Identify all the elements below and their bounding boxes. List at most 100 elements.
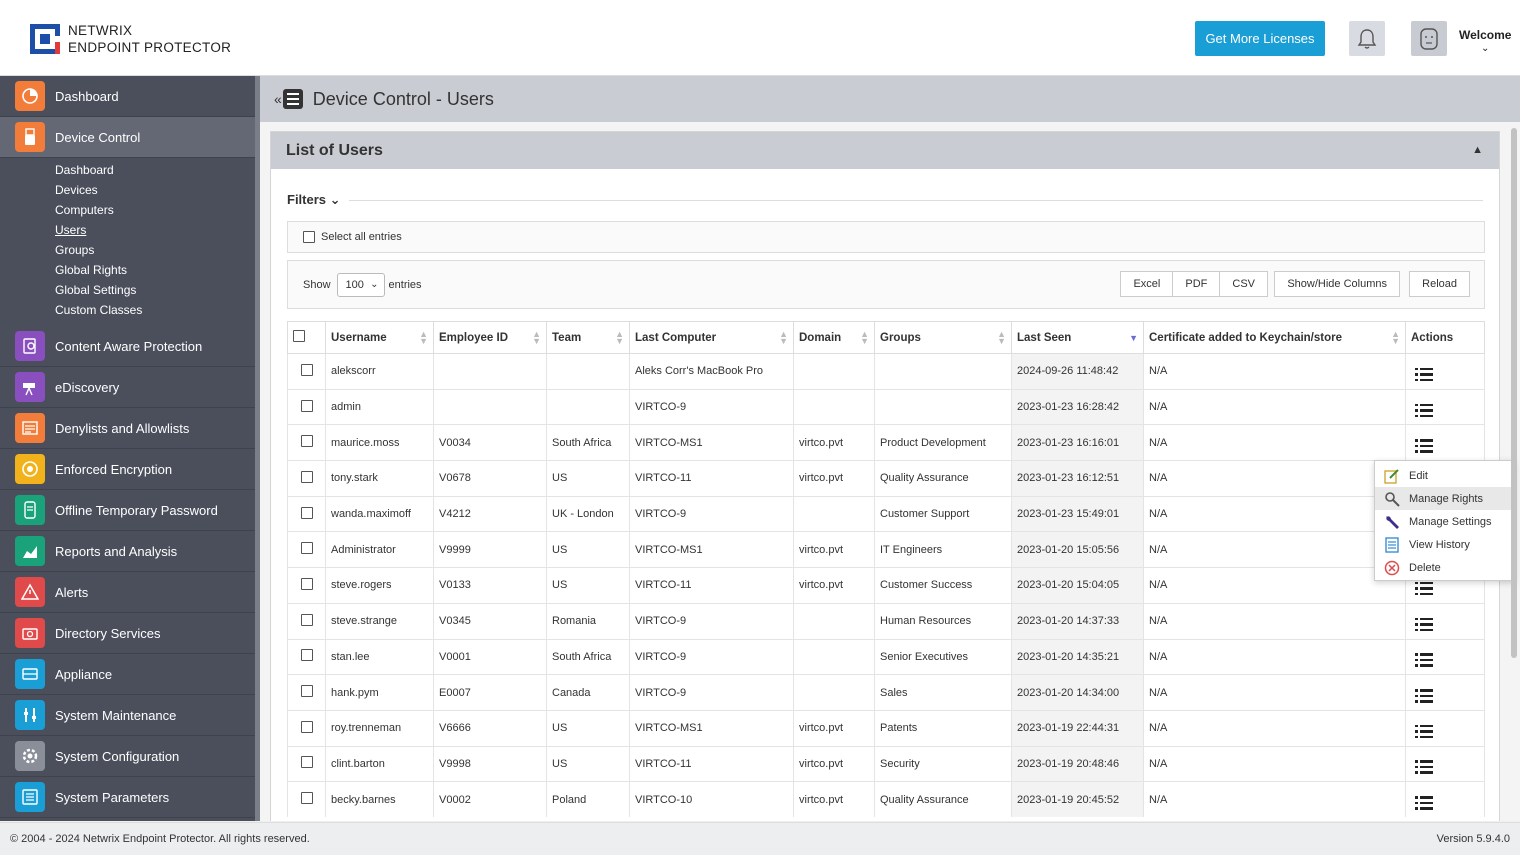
subnav-dashboard[interactable]: Dashboard [0, 160, 255, 180]
table-row[interactable]: steve.rogers V0133 US VIRTCO-11 virtco.pvt Cu… [287, 567, 1485, 604]
row-checkbox[interactable] [300, 685, 313, 698]
sidebar-item-directory-services[interactable]: Directory Services [0, 613, 255, 654]
subnav-groups[interactable]: Groups [0, 240, 255, 260]
column-domain[interactable]: Domain ▲ ▼ [793, 321, 875, 354]
table-row[interactable]: hank.pym E0007 Canada VIRTCO-9 Sales 2023-01-… [287, 674, 1485, 711]
row-checkbox[interactable] [300, 363, 313, 376]
actions-menu-icon[interactable] [1415, 796, 1433, 810]
actions-menu-icon[interactable] [1415, 581, 1433, 596]
table-cell: Romania [546, 602, 630, 639]
table-cell: V0002 [433, 781, 547, 818]
logo[interactable]: NETWRIX ENDPOINT PROTECTOR [30, 22, 231, 56]
row-checkbox[interactable] [300, 506, 313, 519]
row-checkbox[interactable] [300, 542, 313, 555]
actions-menu-icon[interactable] [1415, 724, 1433, 739]
row-checkbox[interactable] [300, 470, 313, 483]
chevron-up-icon[interactable]: ▲ [1472, 144, 1483, 156]
sidebar-item-reports-and-analysis[interactable]: Reports and Analysis [0, 531, 255, 572]
column-certificate[interactable]: Certificate added to Keychain/store ▲ ▼ [1143, 321, 1406, 354]
actions-cell [1405, 745, 1485, 782]
notifications-button[interactable] [1349, 21, 1385, 56]
sidebar-item-content-aware-protection[interactable]: Content Aware Protection [0, 326, 255, 367]
reload-button[interactable]: Reload [1409, 271, 1470, 297]
action-edit[interactable]: Edit [1375, 464, 1514, 487]
avatar[interactable] [1411, 21, 1447, 56]
actions-menu-icon[interactable] [1415, 760, 1433, 774]
action-manage-rights[interactable]: Manage Rights [1375, 487, 1514, 510]
table-cell: VIRTCO-9 [629, 602, 794, 639]
get-more-licenses-button[interactable]: Get More Licenses [1195, 21, 1325, 56]
table-row[interactable]: maurice.moss V0034 South Africa VIRTCO-MS1 v… [287, 424, 1485, 461]
table-row[interactable]: Administrator V9999 US VIRTCO-MS1 virtco.pvt… [287, 531, 1485, 568]
row-checkbox[interactable] [300, 613, 313, 626]
table-row[interactable]: admin VIRTCO-9 2023-01-23 16:28:42 N/A [287, 388, 1485, 425]
welcome-menu[interactable]: Welcome ⌄ [1459, 28, 1511, 54]
column-team[interactable]: Team ▲ ▼ [546, 321, 630, 354]
header-checkbox[interactable] [293, 330, 305, 342]
main-scrollbar[interactable] [1511, 128, 1517, 658]
select-all-checkbox[interactable] [303, 231, 315, 243]
subnav-users[interactable]: Users [0, 220, 255, 240]
subnav-global-rights[interactable]: Global Rights [0, 260, 255, 280]
table-cell: VIRTCO-11 [629, 460, 794, 497]
actions-menu-icon[interactable] [1415, 653, 1433, 667]
table-cell [546, 353, 630, 390]
sidebar-item-system-maintenance[interactable]: System Maintenance [0, 695, 255, 736]
table-cell: N/A [1143, 353, 1406, 390]
action-manage-settings[interactable]: Manage Settings [1375, 510, 1514, 533]
row-checkbox[interactable] [300, 720, 313, 733]
pdf-button[interactable]: PDF [1173, 271, 1221, 297]
sidebar-item-denylists[interactable]: Denylists and Allowlists [0, 408, 255, 449]
actions-menu-icon[interactable] [1415, 617, 1433, 632]
collapse-sidebar-icon[interactable]: « [274, 91, 282, 107]
table-row[interactable]: wanda.maximoff V4212 UK - London VIRTCO-9 Cu… [287, 495, 1485, 532]
list-icon [15, 413, 45, 443]
sidebar-item-device-control[interactable]: Device Control [0, 117, 255, 158]
column-last-computer[interactable]: Last Computer ▲ ▼ [629, 321, 794, 354]
sidebar-item-dashboard[interactable]: Dashboard [0, 76, 255, 117]
table-row[interactable]: becky.barnes V0002 Poland VIRTCO-10 virtco.p… [287, 781, 1485, 818]
sidebar-item-enforced-encryption[interactable]: Enforced Encryption [0, 449, 255, 490]
column-employee-id[interactable]: Employee ID ▲ ▼ [433, 321, 547, 354]
actions-menu-icon[interactable] [1415, 367, 1433, 382]
sidebar-item-system-configuration[interactable]: System Configuration [0, 736, 255, 777]
subnav-devices[interactable]: Devices [0, 180, 255, 200]
row-checkbox[interactable] [300, 649, 313, 662]
action-view-history[interactable]: View History [1375, 533, 1514, 556]
table-row[interactable]: clint.barton V9998 US VIRTCO-11 virtco.pvt Se… [287, 745, 1485, 782]
table-row[interactable]: roy.trenneman V6666 US VIRTCO-MS1 virtco.pvt… [287, 709, 1485, 747]
table-cell: virtco.pvt [793, 460, 875, 497]
subnav-custom-classes[interactable]: Custom Classes [0, 300, 255, 320]
table-row[interactable]: steve.strange V0345 Romania VIRTCO-9 Human R… [287, 602, 1485, 639]
sidebar-item-alerts[interactable]: Alerts [0, 572, 255, 613]
row-checkbox[interactable] [300, 577, 313, 590]
table-row[interactable]: stan.lee V0001 South Africa VIRTCO-9 Senior … [287, 638, 1485, 675]
table-row[interactable]: tony.stark V0678 US VIRTCO-11 virtco.pvt Qual… [287, 460, 1485, 497]
row-checkbox[interactable] [300, 792, 313, 805]
sidebar-item-offline-temporary-password[interactable]: Offline Temporary Password [0, 490, 255, 531]
row-checkbox[interactable] [300, 435, 313, 448]
action-delete[interactable]: Delete [1375, 556, 1514, 579]
actions-menu-icon[interactable] [1415, 439, 1433, 453]
show-hide-columns-button[interactable]: Show/Hide Columns [1274, 271, 1400, 297]
column-username[interactable]: Username ▲ ▼ [325, 321, 434, 354]
row-checkbox[interactable] [300, 756, 313, 769]
excel-button[interactable]: Excel [1120, 271, 1174, 297]
actions-menu-icon[interactable] [1415, 689, 1433, 703]
row-checkbox[interactable] [300, 399, 313, 412]
sidebar-item-ediscovery[interactable]: eDiscovery [0, 367, 255, 408]
subnav-global-settings[interactable]: Global Settings [0, 280, 255, 300]
filters-toggle[interactable]: Filters ⌄ [287, 192, 341, 208]
column-groups[interactable]: Groups ▲ ▼ [874, 321, 1012, 354]
table-cell: Canada [546, 674, 630, 711]
sidebar-item-appliance[interactable]: Appliance [0, 654, 255, 695]
csv-button[interactable]: CSV [1220, 271, 1268, 297]
sidebar-item-system-parameters[interactable]: System Parameters [0, 777, 255, 818]
column-last-seen[interactable]: Last Seen ▼ [1011, 321, 1144, 354]
subnav-computers[interactable]: Computers [0, 200, 255, 220]
entries-select[interactable]: 100 ⌄ [336, 272, 385, 297]
actions-menu-icon[interactable] [1415, 403, 1433, 418]
chevron-down-icon: ⌄ [370, 279, 379, 290]
table-row[interactable]: alekscorr Aleks Corr's MacBook Pro 2024-09… [287, 353, 1485, 390]
menu-icon[interactable] [282, 89, 303, 109]
